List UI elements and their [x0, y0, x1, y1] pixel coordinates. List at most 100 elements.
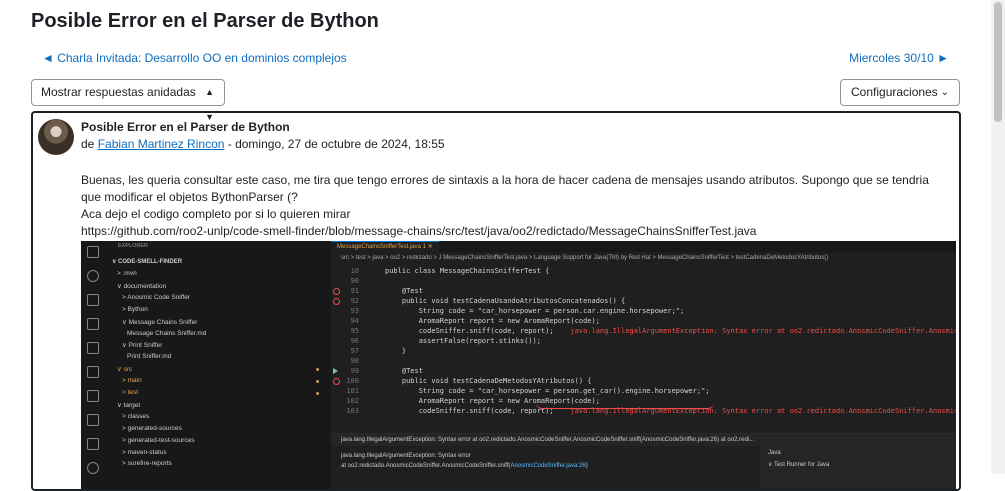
- extensions-icon: [87, 342, 99, 354]
- explorer-header: EXPLORER: [118, 243, 148, 249]
- tree-item: Print Sniffer.md: [127, 353, 172, 361]
- tree-item: > Bython: [122, 305, 148, 313]
- post-body: Buenas, les queria consultar este caso, …: [81, 172, 951, 240]
- line-number: 93: [350, 307, 359, 315]
- tree-item: Message Chains Sniffer.md: [127, 329, 207, 337]
- line-number: 103: [346, 407, 359, 415]
- tree-item: > main: [122, 377, 142, 385]
- explorer-icon: [87, 246, 99, 258]
- line-number: 95: [350, 327, 359, 335]
- code-content: codeSniffer.sniff(code, report);: [385, 407, 554, 415]
- tab-bar: MessageChainsSnifferTest.java 1 ✕: [331, 241, 956, 252]
- code-line: 94 AromaReport report = new AromaReport(…: [331, 316, 956, 326]
- line-number: 94: [350, 317, 359, 325]
- stack-link: AnosmicCodeSniffer.java:26: [510, 463, 586, 469]
- tree-item: > test: [122, 389, 139, 396]
- code-content: assertFalse(report.stinks());: [385, 337, 541, 345]
- line-number: 98: [350, 357, 359, 365]
- code-line: 93 String code = "car_horsepower = perso…: [331, 306, 956, 316]
- line-number: 100: [346, 377, 359, 385]
- modified-dot: [316, 368, 319, 372]
- code-line: 99 @Test: [331, 366, 956, 376]
- code-content: String code = "car_horsepower = person.c…: [385, 307, 685, 315]
- tree-item: ∨ Print Sniffer: [122, 342, 163, 350]
- post-paragraph: Aca dejo el codigo completo por si lo qu…: [81, 207, 351, 221]
- line-number: 91: [350, 287, 359, 295]
- tree-item: > .mvn: [117, 270, 137, 277]
- search-icon: [87, 270, 99, 282]
- tree-item: > classes: [122, 412, 150, 420]
- modified-dot: [316, 392, 319, 395]
- forum-post: Posible Error en el Parser de Bython de …: [31, 111, 961, 491]
- tree-item: > generated-sources: [122, 424, 182, 432]
- code-content: }: [385, 347, 407, 355]
- post-by: de: [81, 137, 98, 151]
- breadcrumb: src > test > java > oo2 > redictado > J …: [341, 255, 829, 261]
- avatar[interactable]: [38, 119, 74, 155]
- code-content: @Test: [385, 287, 423, 295]
- post-paragraph: Buenas, les queria consultar este caso, …: [81, 173, 929, 204]
- code-content: public class MessageChainsSnifferTest {: [385, 267, 550, 275]
- modified-dot: [316, 380, 319, 384]
- tree-item: > surefire-reports: [122, 460, 172, 468]
- tree-item: ∨ Message Chains Sniffer: [122, 318, 198, 326]
- tree-item: > Anosmic Code Sniffer: [122, 293, 190, 301]
- code-line: 10 public class MessageChainsSnifferTest …: [331, 266, 956, 276]
- run-debug-icon: [87, 318, 99, 330]
- github-url: https://github.com/roo2-unlp/code-smell-…: [81, 224, 757, 238]
- stack-text: at oo2.redictado.AnosmicCodeSniffer.Anos…: [341, 463, 511, 469]
- code-content: codeSniffer.sniff(code, report);: [385, 327, 554, 335]
- code-text: String code = "car_horsepower = person.c…: [385, 306, 685, 316]
- code-text: AromaReport report = new AromaReport(cod…: [385, 316, 600, 326]
- code-line: 95 codeSniffer.sniff(code, report); java…: [331, 326, 956, 336]
- page-scrollbar[interactable]: [991, 0, 1005, 474]
- display-mode-value: Mostrar respuestas anidadas: [41, 85, 196, 99]
- stack-text-end: ): [585, 463, 588, 469]
- tree-item: ∨ src: [117, 366, 133, 374]
- side-java-label: Java: [768, 450, 781, 456]
- panel-header: java.lang.IllegalArgumentException: Synt…: [331, 434, 956, 446]
- code-line: 90: [331, 276, 956, 286]
- activity-bar: [81, 241, 106, 489]
- code-line: 98: [331, 356, 956, 366]
- settings-label: Configuraciones: [851, 85, 938, 99]
- code-line: 92 public void testCadenaUsandoAtributos…: [331, 296, 956, 306]
- stack-line: at oo2.redictado.AnosmicCodeSniffer.Anos…: [341, 463, 588, 469]
- tree-item: ∨ target: [117, 401, 141, 409]
- tree-item: > maven-status: [122, 448, 167, 456]
- code-text: }: [385, 346, 406, 356]
- code-content: public void testCadenaUsandoAtributosCon…: [385, 297, 626, 305]
- code-line: 97 }: [331, 346, 956, 356]
- code-content: String code = "car_horsepower = person.g…: [385, 387, 710, 395]
- code-text: String code = "car_horsepower = person.g…: [385, 386, 710, 396]
- line-number: 92: [350, 297, 359, 305]
- tree-item: ∨ documentation: [117, 282, 167, 290]
- line-number: 101: [346, 387, 359, 395]
- python-icon: [87, 414, 99, 426]
- error-line: java.lang.IllegalArgumentException: Synt…: [341, 453, 471, 459]
- explorer-root: ∨ CODE-SMELL-FINDER: [112, 259, 183, 265]
- code-line: 96 assertFalse(report.stinks());: [331, 336, 956, 346]
- code-text: public void testCadenaUsandoAtributosCon…: [385, 296, 625, 306]
- side-runner-label: ∨ Test Runner for Java: [768, 462, 830, 468]
- code-text: public class MessageChainsSnifferTest {: [385, 266, 549, 276]
- scroll-thumb[interactable]: [994, 2, 1002, 122]
- prev-discussion-link[interactable]: ◄ Charla Invitada: Desarrollo OO en domi…: [42, 51, 347, 65]
- code-line: 101 String code = "car_horsepower = pers…: [331, 386, 956, 396]
- vscode-screenshot: EXPLORER ∨ CODE-SMELL-FINDER > .mvn ∨ doc…: [81, 241, 956, 489]
- settings-dropdown-button[interactable]: Configuraciones ⌄: [840, 79, 960, 106]
- code-text: codeSniffer.sniff(code, report); java.la…: [385, 326, 956, 336]
- code-line: 100 public void testCadenaDeMetodosYAtri…: [331, 376, 956, 386]
- code-text: @Test: [385, 286, 423, 296]
- code-text: public void testCadenaDeMetodosYAtributo…: [385, 376, 592, 386]
- testing-icon: [87, 366, 99, 378]
- tree-item: > generated-test-sources: [122, 436, 195, 444]
- line-number: 102: [346, 397, 359, 405]
- remote-icon: [87, 390, 99, 402]
- test-output-panel: java.lang.IllegalArgumentException: Synt…: [331, 433, 956, 489]
- author-link[interactable]: Fabian Martinez Rincon: [98, 137, 225, 151]
- next-discussion-link[interactable]: Miercoles 30/10 ►: [849, 51, 949, 65]
- display-mode-select[interactable]: Mostrar respuestas anidadas ▲ ▼: [31, 79, 225, 122]
- source-control-icon: [87, 294, 99, 306]
- line-number: 10: [350, 267, 359, 275]
